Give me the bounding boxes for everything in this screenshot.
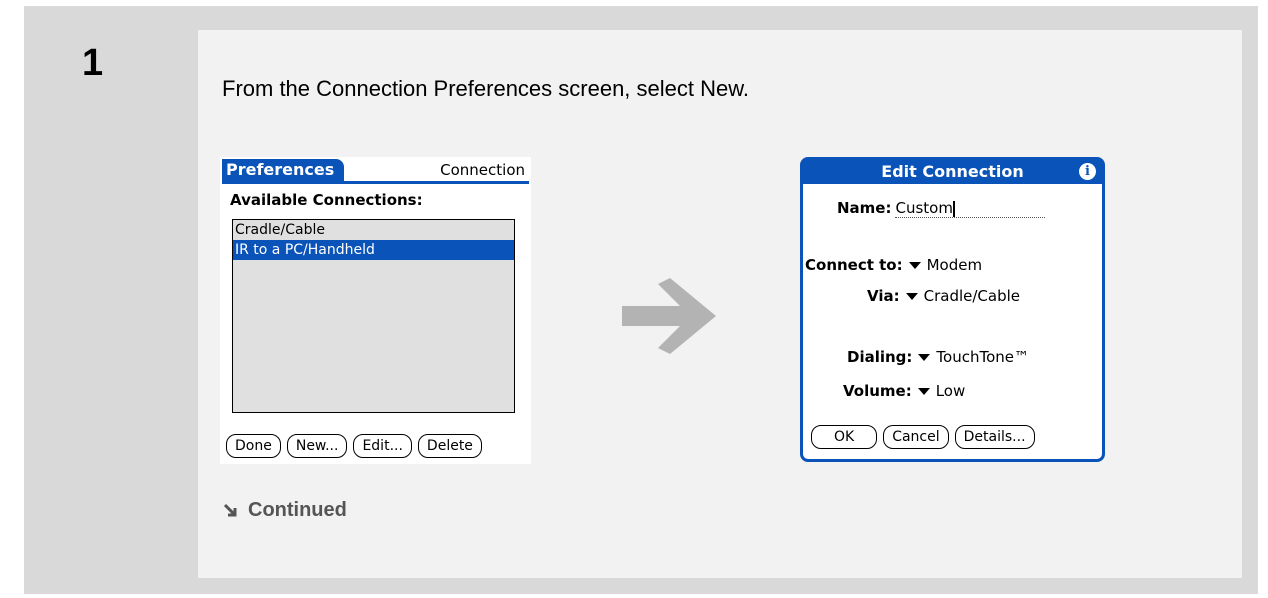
via-label: Via: xyxy=(867,287,900,305)
dropdown-triangle-icon xyxy=(918,353,931,361)
dropdown-triangle-icon xyxy=(905,292,918,300)
dialing-label: Dialing: xyxy=(847,348,913,366)
connect-to-label: Connect to: xyxy=(805,256,903,274)
step-column: 1 xyxy=(24,6,198,594)
title-bar: Preferences Connection xyxy=(222,159,529,184)
right-arrow-icon xyxy=(622,278,716,354)
preferences-tab[interactable]: Preferences xyxy=(222,159,345,181)
delete-button[interactable]: Delete xyxy=(417,434,482,458)
details-button[interactable]: Details... xyxy=(954,425,1035,449)
edit-button[interactable]: Edit... xyxy=(353,434,412,458)
button-row: Done New... Edit... Delete xyxy=(226,434,482,458)
available-connections-heading: Available Connections: xyxy=(230,191,423,209)
cancel-button[interactable]: Cancel xyxy=(883,425,949,449)
dropdown-triangle-icon xyxy=(908,261,921,269)
list-item-ir-pc-handheld[interactable]: IR to a PC/Handheld xyxy=(233,240,514,260)
continued-arrow-icon xyxy=(223,503,237,516)
ok-button[interactable]: OK xyxy=(811,425,878,449)
connect-to-field[interactable]: Connect to: Modem xyxy=(805,256,982,274)
continued-link[interactable]: Continued xyxy=(222,499,347,522)
volume-label: Volume: xyxy=(843,382,912,400)
step-panel: From the Connection Preferences screen, … xyxy=(198,30,1242,578)
step-number: 1 xyxy=(82,42,104,84)
name-label: Name: xyxy=(837,199,892,217)
dialog-title: Edit Connection xyxy=(881,162,1024,181)
name-input[interactable]: Custom xyxy=(895,199,1046,218)
dialing-field[interactable]: Dialing: TouchTone™ xyxy=(847,348,1029,366)
via-value[interactable]: Cradle/Cable xyxy=(924,287,1020,305)
connection-category[interactable]: Connection xyxy=(440,159,525,181)
dialing-value[interactable]: TouchTone™ xyxy=(936,348,1029,366)
text-cursor xyxy=(952,200,955,217)
name-value: Custom xyxy=(895,199,953,217)
dropdown-triangle-icon xyxy=(917,387,930,395)
dialog-button-row: OK Cancel Details... xyxy=(811,425,1035,449)
new-button[interactable]: New... xyxy=(286,434,348,458)
info-icon[interactable]: i xyxy=(1079,163,1096,180)
edit-connection-dialog: Edit Connection i Name: Custom Connect to… xyxy=(800,157,1105,462)
connections-list[interactable]: Cradle/Cable IR to a PC/Handheld xyxy=(232,219,515,413)
instruction-text: From the Connection Preferences screen, … xyxy=(222,76,750,101)
volume-field[interactable]: Volume: Low xyxy=(843,382,965,400)
list-item-cradle-cable[interactable]: Cradle/Cable xyxy=(233,220,514,240)
via-field[interactable]: Via: Cradle/Cable xyxy=(867,287,1020,305)
continued-label: Continued xyxy=(248,499,347,521)
done-button[interactable]: Done xyxy=(226,434,281,458)
dialog-title-bar: Edit Connection i xyxy=(803,160,1102,184)
connection-preferences-screen: Preferences Connection Available Connect… xyxy=(220,157,531,464)
volume-value[interactable]: Low xyxy=(936,382,966,400)
connect-to-value[interactable]: Modem xyxy=(927,256,982,274)
name-field[interactable]: Name: Custom xyxy=(837,199,1046,218)
